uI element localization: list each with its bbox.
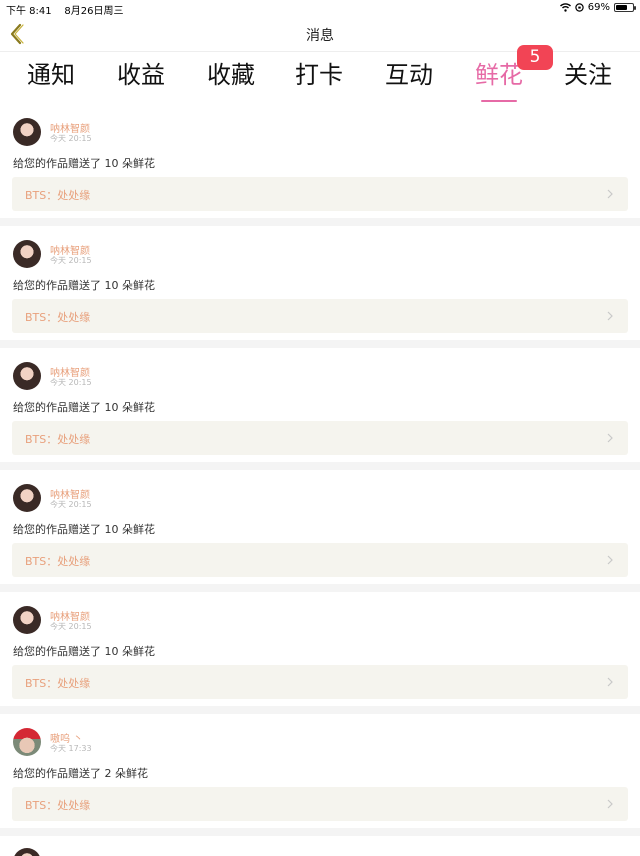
chevron-right-icon <box>607 555 613 565</box>
timestamp: 今天 17:33 <box>50 744 92 753</box>
divider <box>0 218 640 226</box>
avatar[interactable] <box>13 848 41 856</box>
list-item: 呐林智颜 今天 20:15 给您的作品赠送了 10 朵鲜花 BTS：处处缘 <box>0 592 640 706</box>
chevron-right-icon <box>607 799 613 809</box>
status-bar: 下午 8:41 8月26日周三 69% <box>0 0 640 17</box>
work-link-row[interactable]: BTS：处处缘 <box>12 421 628 455</box>
divider <box>0 462 640 470</box>
chevron-right-icon <box>607 433 613 443</box>
tab-flowers-label: 鲜花 <box>475 61 523 89</box>
chevron-right-icon <box>607 311 613 321</box>
message-text: 给您的作品赠送了 10 朵鲜花 <box>13 523 155 536</box>
message-text: 给您的作品赠送了 10 朵鲜花 <box>13 279 155 292</box>
work-title: BTS：处处缘 <box>25 677 91 690</box>
divider <box>0 340 640 348</box>
work-title: BTS：处处缘 <box>25 799 91 812</box>
avatar[interactable] <box>13 240 41 268</box>
tab-earnings[interactable]: 收益 <box>106 60 176 94</box>
chevron-right-icon <box>607 189 613 199</box>
timestamp: 今天 20:15 <box>50 622 92 631</box>
message-text: 给您的作品赠送了 10 朵鲜花 <box>13 645 155 658</box>
timestamp: 今天 20:15 <box>50 134 92 143</box>
list-item: 嗷呜 丶 今天 17:33 给您的作品赠送了 2 朵鲜花 BTS：处处缘 <box>0 714 640 828</box>
avatar[interactable] <box>13 728 41 756</box>
timestamp: 今天 20:15 <box>50 500 92 509</box>
message-text: 给您的作品赠送了 2 朵鲜花 <box>13 767 148 780</box>
avatar[interactable] <box>13 118 41 146</box>
avatar[interactable] <box>13 362 41 390</box>
avatar[interactable] <box>13 606 41 634</box>
avatar[interactable] <box>13 484 41 512</box>
battery-icon <box>614 3 636 12</box>
list-item: 呐林智颜 今天 20:15 给您的作品赠送了 10 朵鲜花 BTS：处处缘 <box>0 226 640 340</box>
timestamp: 今天 20:15 <box>50 256 92 265</box>
work-title: BTS：处处缘 <box>25 433 91 446</box>
battery-percent: 69% <box>587 2 610 13</box>
work-title: BTS：处处缘 <box>25 555 91 568</box>
active-tab-indicator <box>481 100 517 102</box>
wifi-icon <box>559 3 571 12</box>
divider <box>0 828 640 836</box>
unread-badge: 5 <box>517 45 553 70</box>
tab-checkin[interactable]: 打卡 <box>284 60 354 94</box>
divider <box>0 584 640 592</box>
list-item: 呐林智颜 今天 20:15 给您的作品赠送了 10 朵鲜花 BTS：处处缘 <box>0 104 640 218</box>
status-time-date: 下午 8:41 8月26日周三 <box>6 2 123 17</box>
work-link-row[interactable]: BTS：处处缘 <box>12 299 628 333</box>
tab-following[interactable]: 关注 <box>553 60 623 94</box>
message-text: 给您的作品赠送了 10 朵鲜花 <box>13 401 155 414</box>
tab-notifications[interactable]: 通知 <box>16 60 86 94</box>
work-link-row[interactable]: BTS：处处缘 <box>12 787 628 821</box>
work-link-row[interactable]: BTS：处处缘 <box>12 177 628 211</box>
tab-interactions[interactable]: 互动 <box>374 60 444 94</box>
work-link-row[interactable]: BTS：处处缘 <box>12 543 628 577</box>
work-title: BTS：处处缘 <box>25 311 91 324</box>
work-title: BTS：处处缘 <box>25 189 91 202</box>
work-link-row[interactable]: BTS：处处缘 <box>12 665 628 699</box>
orientation-lock-icon <box>575 3 584 12</box>
list-item-partial <box>0 836 640 856</box>
list-item: 呐林智颜 今天 20:15 给您的作品赠送了 10 朵鲜花 BTS：处处缘 <box>0 348 640 462</box>
status-indicators: 69% <box>559 2 636 13</box>
divider <box>0 706 640 714</box>
chevron-right-icon <box>607 677 613 687</box>
message-text: 给您的作品赠送了 10 朵鲜花 <box>13 157 155 170</box>
battery-fill <box>616 5 627 10</box>
timestamp: 今天 20:15 <box>50 378 92 387</box>
list-item: 呐林智颜 今天 20:15 给您的作品赠送了 10 朵鲜花 BTS：处处缘 <box>0 470 640 584</box>
tab-favorites[interactable]: 收藏 <box>196 60 266 94</box>
page-title: 消息 <box>306 28 334 44</box>
